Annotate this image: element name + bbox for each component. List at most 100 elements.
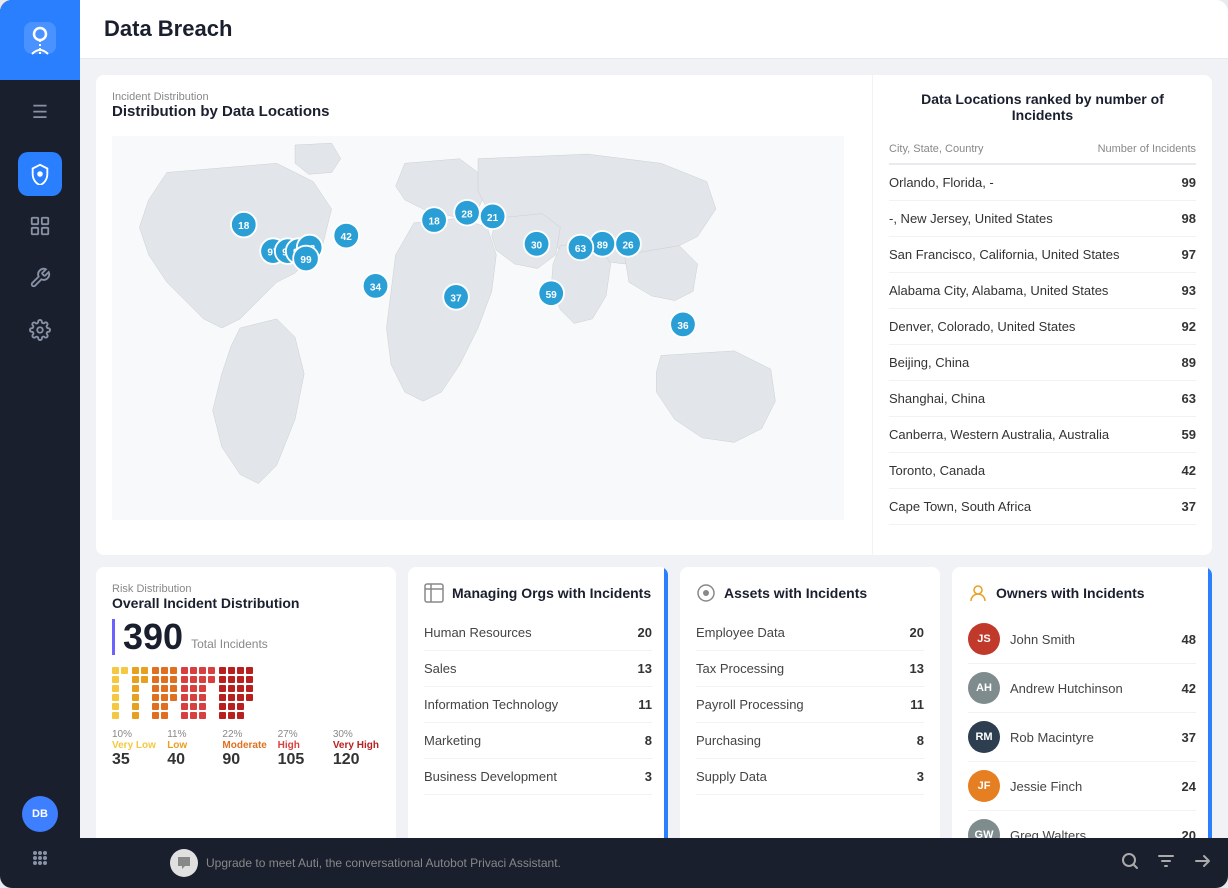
locations-rows: Orlando, Florida, -99-, New Jersey, Unit… — [889, 165, 1196, 525]
location-count: 59 — [1182, 427, 1196, 442]
org-row: Sales13 — [424, 651, 652, 687]
dot — [219, 676, 226, 683]
orgs-rows: Human Resources20Sales13Information Tech… — [424, 615, 652, 795]
org-name: Business Development — [424, 769, 557, 784]
dot — [228, 676, 235, 683]
org-name: Human Resources — [424, 625, 532, 640]
world-map-svg: 18 42 18 28 21 — [112, 128, 844, 528]
location-count: 42 — [1182, 463, 1196, 478]
location-count: 99 — [1182, 175, 1196, 190]
risk-title: Overall Incident Distribution — [112, 595, 380, 611]
svg-text:37: 37 — [450, 293, 462, 304]
total-number: 390 — [123, 619, 183, 655]
risk-subtitle: Risk Distribution — [112, 583, 380, 595]
svg-text:34: 34 — [370, 282, 382, 293]
owners-panel: Owners with Incidents JS John Smith 48 A… — [952, 567, 1212, 838]
owner-row: JF Jessie Finch 24 — [968, 762, 1196, 811]
owner-row: RM Rob Macintyre 37 — [968, 713, 1196, 762]
asset-row: Supply Data3 — [696, 759, 924, 795]
owner-avatar: GW — [968, 819, 1000, 838]
dot — [228, 694, 235, 701]
dot — [199, 712, 206, 719]
sidebar-item-settings[interactable] — [18, 308, 62, 352]
asset-name: Payroll Processing — [696, 697, 804, 712]
risk-label: High — [278, 740, 325, 751]
dot — [228, 667, 235, 674]
sidebar-item-shield[interactable] — [18, 152, 62, 196]
dot — [199, 703, 206, 710]
dot — [237, 694, 244, 701]
filter-action-button[interactable] — [1156, 851, 1176, 876]
dot — [208, 676, 215, 683]
location-name: Shanghai, China — [889, 391, 985, 406]
dot — [190, 667, 197, 674]
org-row: Business Development3 — [424, 759, 652, 795]
bottom-bar: Upgrade to meet Auti, the conversational… — [80, 838, 1228, 888]
dot — [208, 667, 215, 674]
dot — [219, 667, 226, 674]
assets-header: Assets with Incidents — [696, 583, 924, 603]
dot — [112, 712, 119, 719]
owner-avatar: AH — [968, 672, 1000, 704]
dot — [112, 694, 119, 701]
dot — [152, 667, 159, 674]
org-row: Human Resources20 — [424, 615, 652, 651]
dot — [132, 694, 139, 701]
location-row: Alabama City, Alabama, United States93 — [889, 273, 1196, 309]
owner-count: 48 — [1182, 632, 1196, 647]
svg-text:99: 99 — [300, 255, 312, 266]
dot — [161, 676, 168, 683]
orgs-icon — [424, 583, 444, 603]
bottom-actions — [1120, 851, 1212, 876]
col2-header: Number of Incidents — [1098, 143, 1196, 155]
asset-count: 20 — [910, 625, 924, 640]
dot — [132, 712, 139, 719]
dot — [132, 685, 139, 692]
location-row: Cape Town, South Africa37 — [889, 489, 1196, 525]
top-section: Incident Distribution Distribution by Da… — [96, 75, 1212, 555]
menu-toggle[interactable]: ☰ — [20, 92, 60, 132]
arrow-action-button[interactable] — [1192, 851, 1212, 876]
location-name: Denver, Colorado, United States — [889, 319, 1075, 334]
user-avatar[interactable]: DB — [22, 796, 58, 832]
location-name: Toronto, Canada — [889, 463, 985, 478]
dot — [190, 703, 197, 710]
dot-column — [112, 667, 128, 719]
risk-segment: 11% Low 40 — [167, 729, 214, 769]
svg-text:42: 42 — [341, 232, 353, 243]
dot — [219, 712, 226, 719]
sidebar-item-dashboard[interactable] — [18, 204, 62, 248]
dot — [228, 703, 235, 710]
asset-name: Purchasing — [696, 733, 761, 748]
risk-panel: Risk Distribution Overall Incident Distr… — [96, 567, 396, 838]
assets-panel: Assets with Incidents Employee Data20Tax… — [680, 567, 940, 838]
asset-count: 11 — [910, 697, 924, 712]
risk-pct: 11% — [167, 729, 214, 740]
locations-table: City, State, Country Number of Incidents… — [889, 135, 1196, 525]
dot — [112, 685, 119, 692]
apps-icon[interactable] — [22, 840, 58, 876]
location-count: 63 — [1182, 391, 1196, 406]
assets-title: Assets with Incidents — [724, 585, 867, 601]
risk-pct: 30% — [333, 729, 380, 740]
location-row: -, New Jersey, United States98 — [889, 201, 1196, 237]
sidebar-item-tools[interactable] — [18, 256, 62, 300]
risk-value: 105 — [278, 751, 325, 769]
assets-rows: Employee Data20Tax Processing13Payroll P… — [696, 615, 924, 795]
dot — [161, 694, 168, 701]
owner-avatar: JF — [968, 770, 1000, 802]
dot — [112, 676, 119, 683]
location-row: San Francisco, California, United States… — [889, 237, 1196, 273]
owner-name: Andrew Hutchinson — [1010, 681, 1172, 696]
org-name: Sales — [424, 661, 457, 676]
search-action-button[interactable] — [1120, 851, 1140, 876]
orgs-header: Managing Orgs with Incidents — [424, 583, 652, 603]
owners-header: Owners with Incidents — [968, 583, 1196, 603]
dot — [161, 667, 168, 674]
sidebar-nav — [18, 144, 62, 784]
owner-avatar: JS — [968, 623, 1000, 655]
owner-avatar: RM — [968, 721, 1000, 753]
risk-pct: 22% — [222, 729, 269, 740]
map-title: Distribution by Data Locations — [112, 103, 844, 120]
dot — [237, 703, 244, 710]
